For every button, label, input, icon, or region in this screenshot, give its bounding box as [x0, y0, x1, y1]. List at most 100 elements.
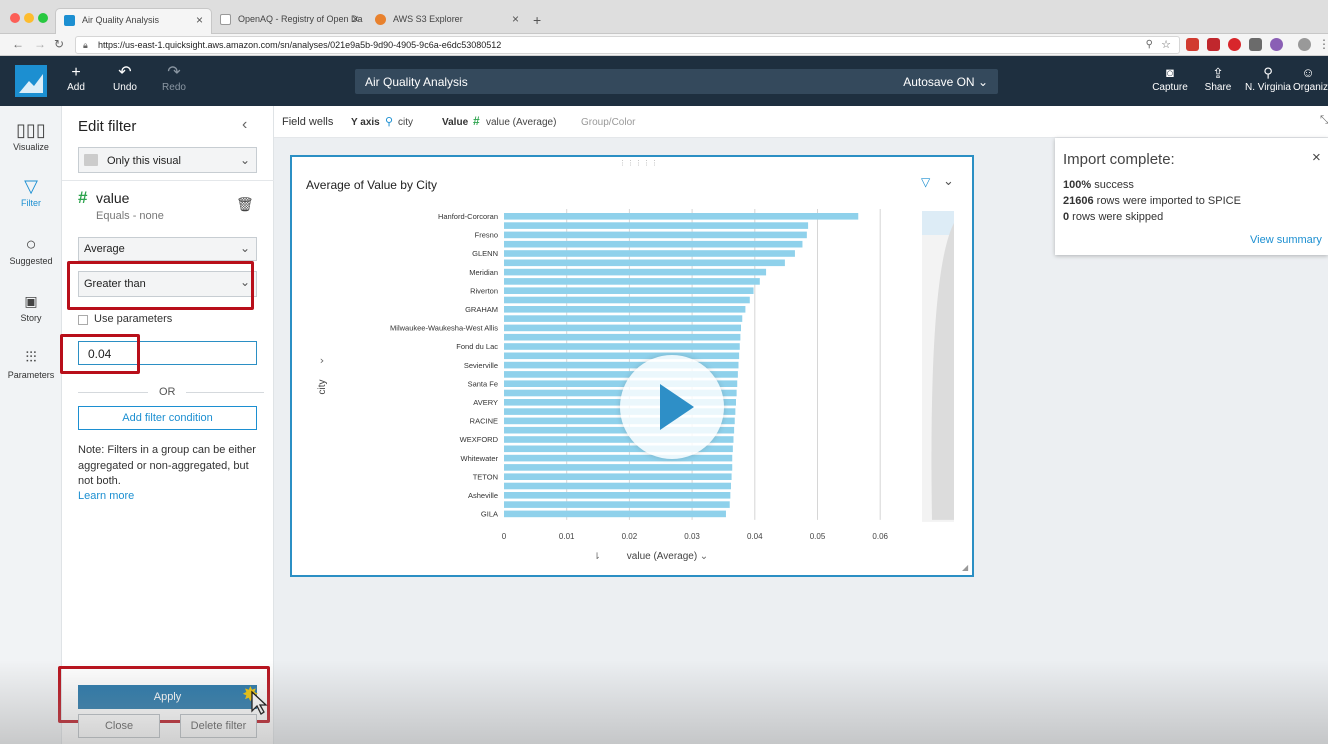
imported-text: rows were imported to SPICE — [1093, 195, 1241, 207]
autosave-toggle[interactable]: Autosave ON ⌄ — [903, 75, 988, 89]
profile-extension-icon[interactable] — [1298, 38, 1311, 51]
browser-menu-icon[interactable]: ⋮ — [1318, 37, 1328, 51]
group-color-well-label[interactable]: Group/Color — [581, 117, 635, 128]
field-wells-bar: Field wells Y axis ⚲ city Value # value … — [274, 106, 1328, 138]
sidebar-item-parameters[interactable]: ⫶⫶⫶ Parameters — [0, 346, 62, 380]
tab-s3-explorer[interactable]: AWS S3 Explorer × — [367, 8, 527, 34]
y-axis-field[interactable]: city — [398, 117, 413, 128]
toast-line-success: 100% success — [1063, 179, 1134, 191]
y-tick-label: Riverton — [470, 286, 498, 295]
reload-icon[interactable]: ↻ — [54, 37, 64, 51]
sidebar-item-suggested[interactable]: ○ Suggested — [0, 232, 62, 266]
toast-line-skipped: 0 rows were skipped — [1063, 211, 1163, 223]
capture-button[interactable]: ◙ Capture — [1150, 64, 1190, 93]
new-tab-icon[interactable]: + — [533, 12, 541, 28]
aggregation-select[interactable]: Average ⌄ — [78, 237, 257, 261]
y-tick-label: Milwaukee-Waukesha-West Allis — [390, 324, 498, 333]
sidebar-item-visualize[interactable]: ▯▯▯ Visualize — [0, 118, 62, 152]
story-label: Story — [20, 313, 42, 323]
parameters-label: Parameters — [7, 370, 55, 380]
undo-button[interactable]: ↶ Undo — [105, 64, 145, 93]
add-filter-condition-button[interactable]: Add filter condition — [78, 406, 257, 430]
forward-arrow-icon[interactable]: → — [34, 37, 46, 51]
abp-extension-icon[interactable] — [1228, 38, 1241, 51]
resize-handle-icon[interactable]: ◢ — [962, 563, 968, 572]
field-wells-label[interactable]: Field wells — [282, 116, 333, 128]
maximize-window-icon[interactable] — [38, 13, 48, 23]
use-parameters-label: Use parameters — [94, 313, 173, 325]
share-button[interactable]: ⇪ Share — [1198, 64, 1238, 93]
close-button[interactable]: Close — [78, 714, 160, 738]
quicksight-logo-icon[interactable] — [15, 65, 47, 97]
video-play-button[interactable] — [620, 355, 724, 459]
add-condition-label: Add filter condition — [122, 412, 213, 424]
close-tab-icon[interactable]: × — [352, 12, 359, 26]
bookmark-star-icon[interactable]: ☆ — [1161, 38, 1171, 51]
account-menu[interactable]: ☺ Organiz — [1293, 64, 1328, 93]
analysis-title-bar[interactable]: Air Quality Analysis Autosave ON ⌄ — [355, 69, 998, 94]
url-field[interactable]: 🔒︎ https://us-east-1.quicksight.aws.amaz… — [75, 36, 1180, 54]
learn-more-link[interactable]: Learn more — [78, 490, 134, 502]
close-label: Close — [104, 720, 134, 732]
view-summary-link[interactable]: View summary — [1250, 234, 1322, 246]
close-icon[interactable]: × — [1312, 149, 1321, 166]
add-button[interactable]: + Add — [56, 64, 96, 93]
minimize-window-icon[interactable] — [24, 13, 34, 23]
y-tick-label: RACINE — [470, 417, 498, 426]
x-tick-label: 0.04 — [747, 532, 763, 541]
drive-extension-icon[interactable] — [1249, 38, 1262, 51]
close-window-icon[interactable] — [10, 13, 20, 23]
value-field[interactable]: value (Average) — [486, 117, 556, 128]
bar — [504, 343, 740, 350]
zoom-icon[interactable]: ⚲ — [1146, 39, 1153, 50]
y-axis-chevron-icon: › — [320, 354, 324, 367]
close-tab-icon[interactable]: × — [196, 13, 203, 27]
pdf-extension-icon[interactable] — [1207, 38, 1220, 51]
location-pin-icon: ⚲ — [1263, 65, 1273, 80]
tab-openaq[interactable]: OpenAQ - Registry of Open Da × — [212, 8, 367, 34]
app-header: + Add ↶ Undo ↷ Redo Air Quality Analysis… — [0, 56, 1328, 106]
y-tick-label: GLENN — [472, 249, 498, 258]
sidebar-item-story[interactable]: ▣ Story — [0, 289, 62, 323]
highlight-value-box — [60, 334, 140, 374]
success-text: success — [1091, 179, 1134, 191]
bar-chart-visual[interactable]: ⋮⋮⋮⋮⋮ Average of Value by City ▽ ⌄ 0 0.01… — [290, 155, 974, 577]
close-tab-icon[interactable]: × — [512, 12, 519, 26]
filter-note: Note: Filters in a group can be either a… — [78, 444, 256, 487]
divider — [186, 392, 264, 393]
collapse-panel-icon[interactable]: ‹ — [242, 116, 247, 134]
expand-wells-icon[interactable]: ⤡ — [1320, 114, 1328, 127]
region-selector[interactable]: ⚲ N. Virginia — [1243, 64, 1293, 93]
back-arrow-icon[interactable]: ← — [12, 37, 24, 51]
delete-filter-button[interactable]: Delete filter — [180, 714, 257, 738]
imported-count: 21606 — [1063, 195, 1094, 207]
scroll-window — [922, 211, 954, 235]
y-tick-label: AVERY — [473, 398, 498, 407]
camera-icon: ◙ — [1166, 65, 1174, 80]
bar — [504, 231, 807, 239]
y-axis-well-label: Y axis — [351, 117, 380, 128]
y-tick-label: TETON — [473, 472, 498, 481]
y-tick-label: Asheville — [468, 491, 498, 500]
y-tick-label: Sevierville — [464, 361, 498, 370]
bar — [504, 268, 767, 276]
x-axis-chevron-icon: ⌄ — [700, 551, 708, 562]
quicksight-favicon-icon — [64, 15, 75, 26]
aggregation-value: Average — [84, 243, 125, 255]
value-well-label: Value — [442, 117, 469, 128]
bar — [504, 213, 859, 220]
bar-chart-icon: ▯▯▯ — [16, 120, 46, 140]
use-parameters-checkbox[interactable] — [78, 315, 88, 325]
skipped-text: rows were skipped — [1069, 211, 1164, 223]
x-tick-label: 0.06 — [872, 532, 888, 541]
filter-scope-select[interactable]: Only this visual ⌄ — [78, 147, 257, 173]
redo-button[interactable]: ↷ Redo — [154, 64, 194, 93]
gmail-extension-icon[interactable] — [1186, 38, 1199, 51]
sidebar-item-filter[interactable]: ▽ Filter — [0, 174, 62, 208]
trash-icon[interactable]: 🗑︎ — [236, 196, 254, 213]
privacy-extension-icon[interactable] — [1270, 38, 1283, 51]
chart-plot: 0 0.01 0.02 0.03 0.04 0.05 0.06 Hanford-Corcora… — [317, 209, 954, 562]
chevron-down-icon: ⌄ — [977, 75, 988, 89]
tab-air-quality[interactable]: Air Quality Analysis × — [55, 8, 212, 34]
y-tick-label: GILA — [481, 510, 498, 519]
